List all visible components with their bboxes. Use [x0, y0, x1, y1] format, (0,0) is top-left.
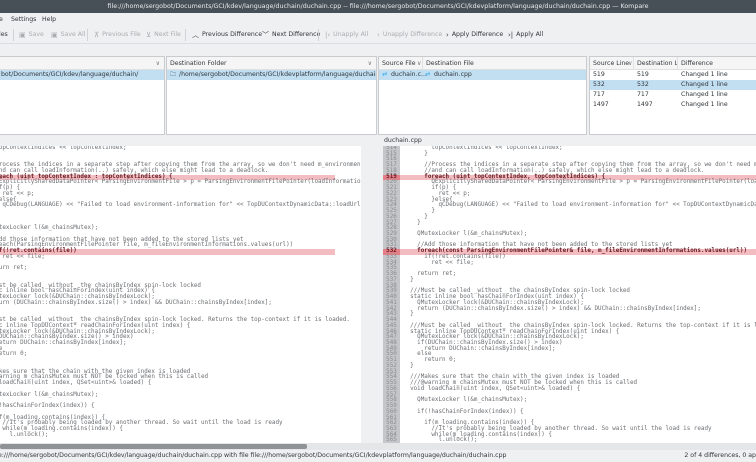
difference-cell: Changed 1 line	[681, 91, 728, 98]
next-file-icon: ⊻	[146, 31, 152, 39]
toolbar-separator	[13, 29, 14, 41]
folder-icon: 🗀	[170, 71, 177, 78]
destination-folder-header-label: Destination Folder	[170, 60, 227, 67]
chevron-down-icon: ∨	[155, 60, 160, 67]
apply-all-label: Apply All	[516, 31, 544, 38]
difference-row[interactable]: 1497 1497 Changed 1 line	[590, 100, 756, 110]
file-list-header: Source File ∨ Destination File	[379, 57, 586, 70]
destination-file-header[interactable]: Destination File	[423, 57, 474, 70]
save-all-label: Save All	[60, 31, 86, 38]
difference-row[interactable]: 532 532 Changed 1 line	[590, 80, 756, 90]
unapply-difference-button[interactable]: ‹ Unapply Difference	[377, 26, 442, 44]
chevron-right-icon: ›	[446, 31, 449, 39]
toolbar-separator	[185, 29, 186, 41]
destination-file-name: duchain.cpp	[434, 71, 472, 78]
source-line-cell: 1497	[593, 101, 609, 108]
chevron-down-icon: ∨	[628, 60, 633, 67]
destination-folder-list[interactable]: Destination Folder ∨ 🗀/home/sergobot/Docu…	[166, 56, 377, 135]
save-label: Save	[28, 31, 44, 38]
difference-list[interactable]: Source Line ∨ Destination Lir Difference…	[589, 56, 756, 135]
previous-file-button[interactable]: ⊼ Previous File	[94, 26, 141, 44]
destination-folder-header[interactable]: Destination Folder ∨	[167, 57, 376, 70]
previous-file-label: Previous File	[102, 31, 141, 38]
previous-file-icon: ⊼	[94, 31, 100, 39]
previous-difference-button[interactable]: ︿ Previous Difference	[192, 26, 262, 44]
destination-folder-path: /home/sergobot/Documents/GCI/kdevplatfor…	[179, 71, 377, 78]
current-file-label: duchain.cpp	[384, 137, 422, 144]
next-file-label: Next File	[154, 31, 181, 38]
unapply-all-icon: |‹	[325, 31, 331, 39]
destination-line-cell: 532	[637, 81, 649, 88]
difference-count: 2 of 4 differences, 0 ap	[680, 450, 756, 462]
chevron-down-icon: ﹀	[262, 31, 269, 39]
apply-all-button[interactable]: ›| Apply All	[508, 26, 543, 44]
horizontal-scrollbar[interactable]	[0, 443, 756, 450]
menu-help[interactable]: Help	[42, 13, 56, 26]
status-bar: e:///home/sergobot/Documents/GCI/kdev/la…	[0, 450, 756, 462]
apply-all-icon: ›|	[508, 31, 514, 39]
source-folder-path: bot/Documents/GCI/kdev/language/duchain/	[1, 71, 139, 78]
difference-row[interactable]: 717 717 Changed 1 line	[590, 90, 756, 100]
apply-difference-label: Apply Difference	[451, 31, 504, 38]
destination-code-view[interactable]: 514 topContextIndices << topContextIndex…	[383, 146, 756, 443]
toolbar: les ▣Save ▣Save All ⊼Previous File ⊻Next…	[0, 26, 756, 44]
source-line-cell: 519	[593, 71, 605, 78]
save-icon: ▣	[19, 31, 26, 39]
chevron-up-icon: ︿	[192, 31, 199, 39]
save-button[interactable]: ▣ Save	[19, 26, 44, 44]
source-code-view[interactable]: topContextIndices << topContextIndex; } …	[0, 146, 361, 443]
difference-row[interactable]: 519 519 Changed 1 line	[590, 70, 756, 80]
source-folder-row[interactable]: bot/Documents/GCI/kdev/language/duchain/	[0, 70, 164, 80]
toolbar-separator	[318, 29, 319, 41]
menu-settings[interactable]: Settings	[11, 13, 36, 26]
code-line: l.unlock();	[0, 431, 335, 439]
destination-folder-row[interactable]: 🗀/home/sergobot/Documents/GCI/kdevplatfo…	[167, 70, 376, 80]
destination-line-header[interactable]: Destination Lir	[634, 57, 678, 70]
next-file-button[interactable]: ⊻ Next File	[146, 26, 181, 44]
diff-file-icon: ⇄	[425, 71, 431, 78]
difference-list-header: Source Line ∨ Destination Lir Difference	[590, 57, 756, 70]
unapply-difference-label: Unapply Difference	[382, 31, 443, 38]
destination-line-cell: 717	[637, 91, 649, 98]
toolbar-separator	[87, 29, 88, 41]
difference-cell: Changed 1 line	[681, 71, 728, 78]
unapply-all-button[interactable]: |‹ Unapply All	[325, 26, 368, 44]
window-title: file:///home/sergobot/Documents/GCI/kdev…	[0, 0, 756, 13]
chevron-down-icon: ∨	[417, 60, 422, 67]
menu-bar: e Settings Help	[0, 13, 756, 26]
menu-file[interactable]: e	[0, 13, 3, 26]
source-line-cell: 717	[593, 91, 605, 98]
chevron-left-icon: ‹	[377, 31, 380, 39]
source-line-cell: 532	[593, 81, 605, 88]
difference-cell: Changed 1 line	[681, 81, 728, 88]
unapply-all-label: Unapply All	[333, 31, 369, 38]
code-text: l.unlock();	[9, 431, 49, 438]
file-list[interactable]: Source File ∨ Destination File ⇄ duchain…	[378, 56, 587, 135]
scrollbar-thumb[interactable]	[0, 444, 307, 449]
difference-header[interactable]: Difference	[678, 57, 713, 70]
destination-line-cell: 1497	[637, 101, 653, 108]
save-all-icon: ▣	[51, 31, 58, 39]
chevron-down-icon: ∨	[367, 60, 372, 67]
source-folder-header[interactable]: ∨	[0, 57, 164, 70]
diff-file-icon: ⇄	[382, 71, 388, 78]
apply-difference-button[interactable]: › Apply Difference	[446, 26, 503, 44]
next-difference-label: Next Difference	[272, 31, 321, 38]
diff-connector	[361, 146, 378, 443]
file-row[interactable]: ⇄ duchain.c... ⇄ duchain.cpp	[379, 70, 586, 80]
open-files-button[interactable]: les	[0, 26, 8, 44]
save-all-button[interactable]: ▣ Save All	[51, 26, 85, 44]
previous-difference-label: Previous Difference	[202, 31, 263, 38]
status-message: e:///home/sergobot/Documents/GCI/kdev/la…	[0, 452, 507, 459]
open-files-label: les	[0, 31, 8, 38]
next-difference-button[interactable]: ﹀ Next Difference	[262, 26, 320, 44]
source-folder-list[interactable]: ∨ bot/Documents/GCI/kdev/language/duchai…	[0, 56, 165, 135]
destination-line-cell: 519	[637, 71, 649, 78]
difference-cell: Changed 1 line	[681, 101, 728, 108]
